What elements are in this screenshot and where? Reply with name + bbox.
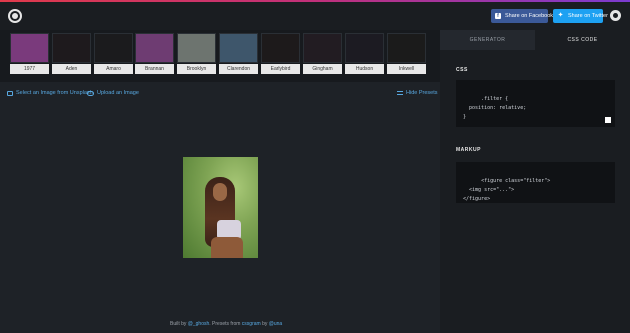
- code-panel: Generator CSS Code CSS .filter { positio…: [440, 30, 630, 333]
- panel-body: CSS .filter { position: relative; } MARK…: [440, 50, 630, 333]
- preset-label: Aden: [52, 64, 91, 74]
- preset-aden[interactable]: Aden: [52, 33, 91, 74]
- upload-image-label: Upload an Image: [97, 90, 139, 96]
- sliders-icon: [397, 90, 403, 96]
- preset-label: Brooklyn: [177, 64, 216, 74]
- footer-author-link[interactable]: @_ghosh: [188, 321, 209, 327]
- preset-amaro[interactable]: Amaro: [94, 33, 133, 74]
- upload-icon: [87, 90, 94, 96]
- share-facebook-button[interactable]: f Share on Facebook: [491, 9, 553, 23]
- share-facebook-label: Share on Facebook: [505, 13, 554, 19]
- preset-label: Earlybird: [261, 64, 300, 74]
- preset-brooklyn[interactable]: Brooklyn: [177, 33, 216, 74]
- preset-thumbnail: [261, 33, 300, 63]
- footer-presets-from: . Presets from: [209, 321, 241, 327]
- tab-generator[interactable]: Generator: [440, 30, 535, 50]
- preset-label: Inkwell: [387, 64, 426, 74]
- preview-image: [183, 157, 258, 258]
- css-code: .filter { position: relative; }: [463, 96, 527, 120]
- footer-built-by: Built by: [170, 321, 187, 327]
- image-icon: [7, 90, 13, 96]
- header: f Share on Facebook ✦ Share on Twitter: [0, 2, 630, 30]
- preset-inkwell[interactable]: Inkwell: [387, 33, 426, 74]
- preset-earlybird[interactable]: Earlybird: [261, 33, 300, 74]
- preset-thumbnail: [345, 33, 384, 63]
- footer-by: by: [262, 321, 268, 327]
- photo-face: [213, 183, 227, 201]
- github-icon[interactable]: [610, 10, 621, 21]
- footer: Built by @_ghosh. Presets from cssgram b…: [170, 321, 282, 327]
- preset-thumbnail: [135, 33, 174, 63]
- hide-presets-label: Hide Presets: [406, 90, 438, 96]
- footer-credit-link[interactable]: @una: [269, 321, 282, 327]
- copy-icon[interactable]: [605, 117, 611, 123]
- preset-thumbnail: [94, 33, 133, 63]
- facebook-icon: f: [495, 13, 501, 19]
- select-unsplash-label: Select an Image from Unsplash: [16, 90, 93, 96]
- upload-image-link[interactable]: Upload an Image: [87, 90, 139, 96]
- logo-icon[interactable]: [8, 9, 22, 23]
- preset-thumbnail: [52, 33, 91, 63]
- preset-label: Hudson: [345, 64, 384, 74]
- markup-code-box[interactable]: <figure class="filter"> <img src="..."> …: [456, 162, 615, 203]
- markup-code: <figure class="filter"> <img src="..."> …: [463, 178, 551, 202]
- preset-1977[interactable]: 1977: [10, 33, 49, 74]
- share-twitter-label: Share on Twitter: [568, 13, 608, 19]
- preset-label: 1977: [10, 64, 49, 74]
- preset-hudson[interactable]: Hudson: [345, 33, 384, 74]
- preset-thumbnail: [387, 33, 426, 63]
- css-section-title: CSS: [456, 67, 468, 73]
- preset-label: Brannan: [135, 64, 174, 74]
- css-code-box[interactable]: .filter { position: relative; }: [456, 80, 615, 127]
- photo-arm: [211, 237, 243, 258]
- preset-thumbnail: [10, 33, 49, 63]
- preset-gingham[interactable]: Gingham: [303, 33, 342, 74]
- preset-label: Gingham: [303, 64, 342, 74]
- footer-source-link[interactable]: cssgram: [242, 321, 261, 327]
- select-unsplash-link[interactable]: Select an Image from Unsplash: [7, 90, 93, 96]
- preset-thumbnail: [303, 33, 342, 63]
- share-twitter-button[interactable]: ✦ Share on Twitter: [553, 9, 608, 23]
- tab-css-code[interactable]: CSS Code: [535, 30, 630, 50]
- panel-tabs: Generator CSS Code: [440, 30, 630, 50]
- presets-strip: 1977 Aden Amaro Brannan Brooklyn Clarend…: [0, 30, 440, 82]
- preset-label: Amaro: [94, 64, 133, 74]
- hide-presets-link[interactable]: Hide Presets: [397, 90, 438, 96]
- preset-thumbnail: [219, 33, 258, 63]
- preset-clarendon[interactable]: Clarendon: [219, 33, 258, 74]
- preset-thumbnail: [177, 33, 216, 63]
- markup-section-title: MARKUP: [456, 147, 481, 153]
- twitter-icon: ✦: [557, 12, 564, 19]
- preset-label: Clarendon: [219, 64, 258, 74]
- preset-brannan[interactable]: Brannan: [135, 33, 174, 74]
